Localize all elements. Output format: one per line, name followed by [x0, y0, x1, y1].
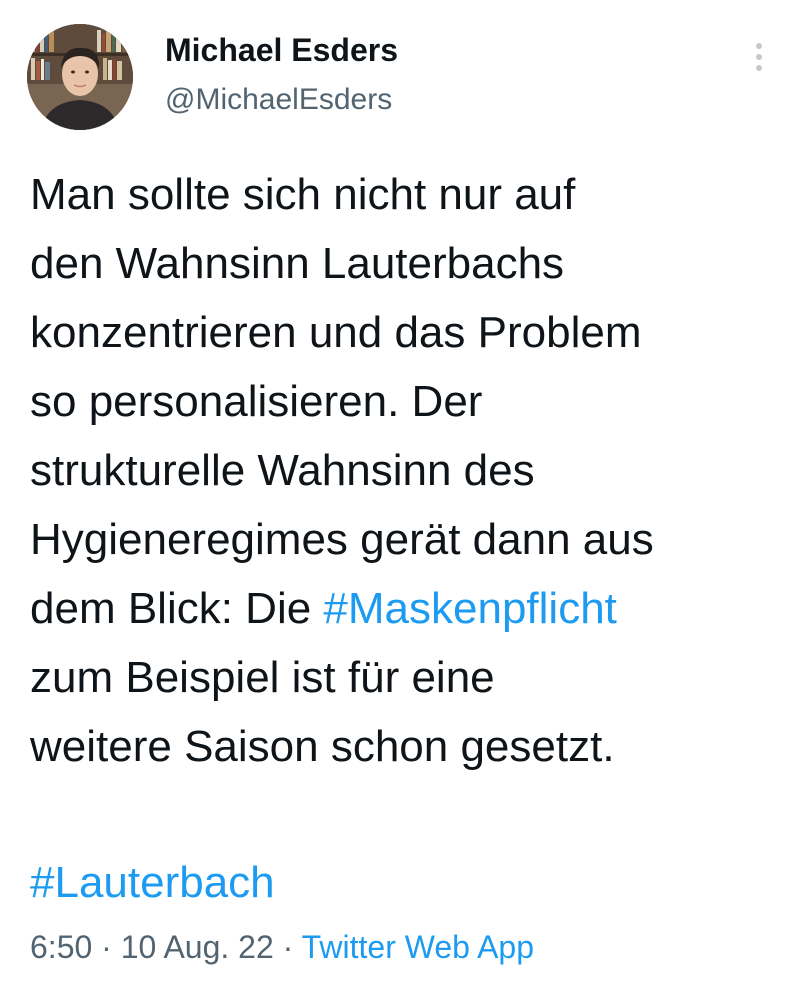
- hashtag-link-maskenpflicht[interactable]: #Maskenpflicht: [323, 584, 616, 633]
- tweet-text-line: Hygieneregimes gerät dann aus: [30, 515, 654, 564]
- hashtag-link-lauterbach[interactable]: #Lauterbach: [30, 858, 275, 907]
- tweet-text-line: konzentrieren und das Problem: [30, 308, 642, 357]
- tweet: Michael Esders @MichaelEsders Man sollte…: [0, 0, 800, 995]
- author-display-name[interactable]: Michael Esders: [165, 30, 398, 70]
- footer-hashtag-line: #Lauterbach: [30, 848, 275, 917]
- tweet-text-line: den Wahnsinn Lauterbachs: [30, 239, 565, 288]
- tweet-text-line: weitere Saison schon gesetzt.: [30, 722, 615, 771]
- tweet-time[interactable]: 6:50: [30, 929, 92, 965]
- tweet-date[interactable]: 10 Aug. 22: [121, 929, 274, 965]
- tweet-text-line: so personalisieren. Der: [30, 377, 483, 426]
- vertical-dots-icon: [756, 43, 762, 71]
- tweet-text-line: strukturelle Wahnsinn des: [30, 446, 535, 495]
- more-options-button[interactable]: [744, 38, 774, 78]
- meta-separator: ·: [273, 929, 302, 965]
- tweet-text: Man sollte sich nicht nur auf den Wahnsi…: [30, 160, 790, 781]
- meta-separator: ·: [92, 929, 121, 965]
- tweet-text-line: Man sollte sich nicht nur auf: [30, 170, 576, 219]
- avatar-image: [27, 24, 133, 130]
- author-block: Michael Esders @MichaelEsders: [165, 30, 398, 120]
- tweet-metadata: 6:50 · 10 Aug. 22 · Twitter Web App: [30, 922, 534, 972]
- avatar[interactable]: [27, 24, 133, 130]
- tweet-text-fragment: dem Blick: Die: [30, 584, 324, 633]
- author-handle[interactable]: @MichaelEsders: [165, 80, 398, 120]
- tweet-text-line: zum Beispiel ist für eine: [30, 653, 495, 702]
- tweet-text-line: dem Blick: Die #Maskenpflicht: [30, 574, 790, 643]
- tweet-source-link[interactable]: Twitter Web App: [302, 929, 534, 965]
